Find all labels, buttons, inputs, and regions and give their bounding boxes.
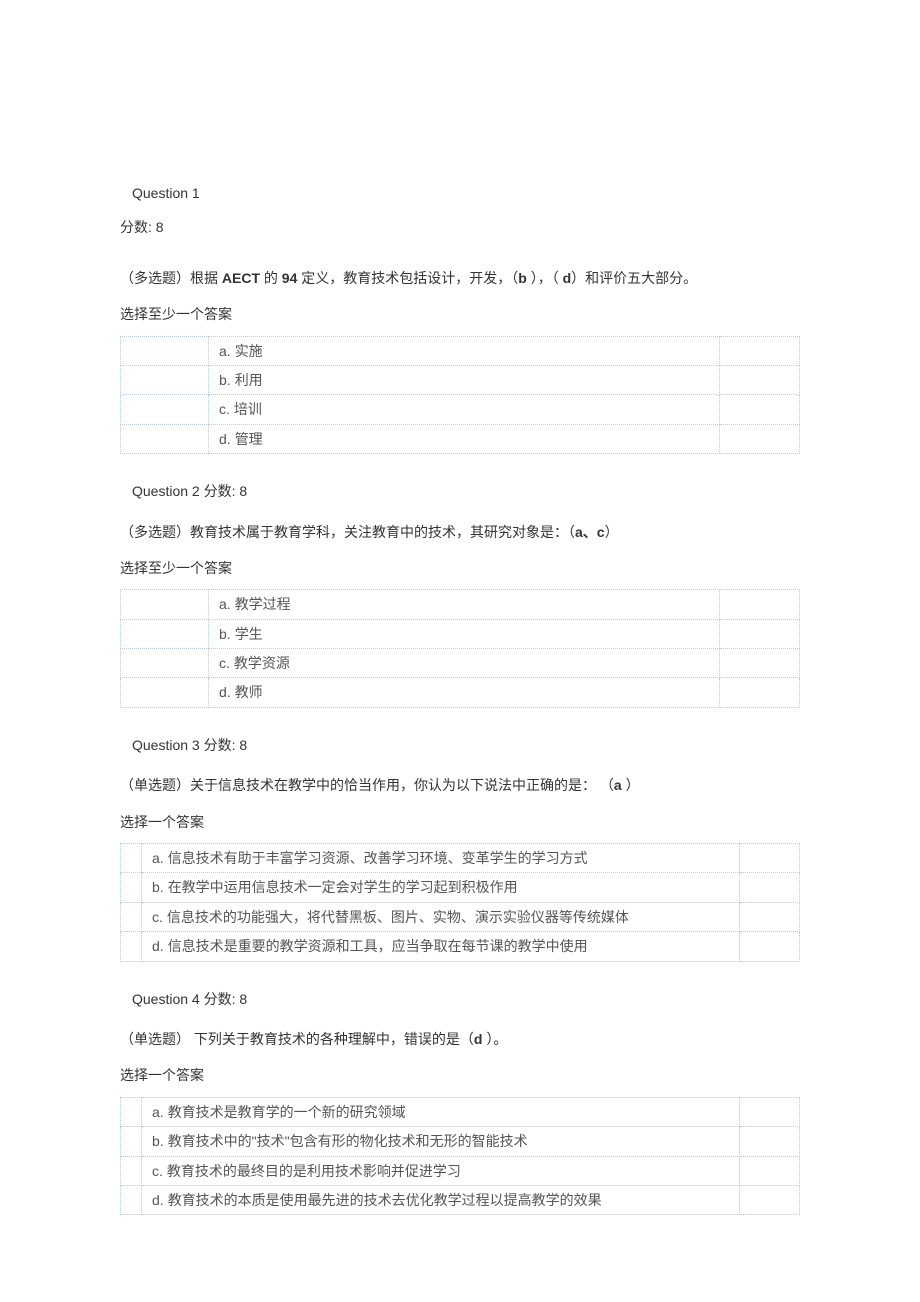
option-key: a. [219,596,231,612]
table-row: c.培训 [121,395,800,424]
q2-stem-post: ） [605,524,619,540]
table-row: c.教育技术的最终目的是利用技术影响并促进学习 [121,1156,800,1185]
option-text: 教学过程 [235,596,291,612]
option-text: 实施 [235,343,263,359]
q4-stem: （单选题） 下列关于教育技术的各种理解中，错误的是（d ）。 [120,1028,800,1050]
q2-instruction: 选择至少一个答案 [120,557,800,579]
option-text: 信息技术的功能强大，将代替黑板、图片、实物、演示实验仪器等传统媒体 [167,909,629,925]
q1-mid2: 定义，教育技术包括设计，开发，（ [297,270,518,286]
q2-options-table: a.教学过程 b.学生 c.教学资源 d.教师 [120,589,800,708]
option-key: d. [152,938,164,954]
option-key: a. [219,343,231,359]
option-key: b. [152,879,164,895]
option-text: 信息技术是重要的教学资源和工具，应当争取在每节课的教学中使用 [168,938,588,954]
option-text: 信息技术有助于丰富学习资源、改善学习环境、变革学生的学习方式 [168,850,588,866]
option-text: 教师 [235,684,263,700]
q1-instruction: 选择至少一个答案 [120,303,800,325]
option-key: c. [152,1163,163,1179]
option-text: 在教学中运用信息技术一定会对学生的学习起到积极作用 [168,879,518,895]
q2-stem-pre: （多选题）教育技术属于教育学科，关注教育中的技术，其研究对象是：（ [120,524,575,540]
q1-aect: AECT [222,270,260,286]
option-text: 教育技术中的"技术"包含有形的物化技术和无形的智能技术 [168,1133,528,1149]
option-key: a. [152,850,164,866]
option-key: b. [219,626,231,642]
q1-stem: （多选题）根据 AECT 的 94 定义，教育技术包括设计，开发，（b ），（ … [120,267,800,289]
option-key: c. [219,401,230,417]
option-key: a. [152,1104,164,1120]
table-row: d.信息技术是重要的教学资源和工具，应当争取在每节课的教学中使用 [121,932,800,961]
table-row: a.教育技术是教育学的一个新的研究领域 [121,1097,800,1126]
table-row: b.学生 [121,619,800,648]
q1-num: 94 [282,270,298,286]
option-key: b. [219,372,231,388]
q4-stem-pre: （单选题） 下列关于教育技术的各种理解中，错误的是（ [120,1031,474,1047]
option-text: 教育技术的最终目的是利用技术影响并促进学习 [167,1163,461,1179]
table-row: a.教学过程 [121,590,800,619]
table-row: a.实施 [121,336,800,365]
q1-score: 分数: 8 [120,216,800,238]
option-key: d. [219,431,231,447]
table-row: b.在教学中运用信息技术一定会对学生的学习起到积极作用 [121,873,800,902]
q1-ans-b: b [518,270,527,286]
table-row: a.信息技术有助于丰富学习资源、改善学习环境、变革学生的学习方式 [121,844,800,873]
option-key: b. [152,1133,164,1149]
q4-title: Question 4 分数: 8 [132,988,800,1010]
q3-stem: （单选题）关于信息技术在教学中的恰当作用，你认为以下说法中正确的是： （a ） [120,774,800,796]
q2-stem: （多选题）教育技术属于教育学科，关注教育中的技术，其研究对象是：（a、c） [120,521,800,543]
q1-title: Question 1 [132,182,800,204]
q3-instruction: 选择一个答案 [120,811,800,833]
option-key: c. [152,909,163,925]
option-key: d. [152,1192,164,1208]
option-text: 教育技术的本质是使用最先进的技术去优化教学过程以提高教学的效果 [168,1192,602,1208]
q1-ans-d: d [563,270,572,286]
option-text: 学生 [235,626,263,642]
q3-stem-pre: （单选题）关于信息技术在教学中的恰当作用，你认为以下说法中正确的是： （ [120,777,614,793]
q1-options-table: a.实施 b.利用 c.培训 d.管理 [120,336,800,455]
table-row: b.教育技术中的"技术"包含有形的物化技术和无形的智能技术 [121,1127,800,1156]
q3-options-table: a.信息技术有助于丰富学习资源、改善学习环境、变革学生的学习方式 b.在教学中运… [120,843,800,962]
q4-options-table: a.教育技术是教育学的一个新的研究领域 b.教育技术中的"技术"包含有形的物化技… [120,1097,800,1216]
table-row: b.利用 [121,365,800,394]
q2-ans: a、c [575,524,605,540]
table-row: d.管理 [121,424,800,453]
q1-mid1: 的 [260,270,282,286]
option-text: 教学资源 [234,655,290,671]
q3-ans: a [614,777,622,793]
option-key: c. [219,655,230,671]
q1-mid3: ），（ [527,270,563,286]
q3-stem-post: ） [622,777,640,793]
option-text: 教育技术是教育学的一个新的研究领域 [168,1104,406,1120]
option-text: 管理 [235,431,263,447]
table-row: c.教学资源 [121,649,800,678]
option-text: 培训 [234,401,262,417]
q1-stem-prefix: （多选题）根据 [120,270,222,286]
table-row: d.教育技术的本质是使用最先进的技术去优化教学过程以提高教学的效果 [121,1185,800,1214]
q3-title: Question 3 分数: 8 [132,734,800,756]
q1-mid4: ）和评价五大部分。 [571,270,697,286]
table-row: d.教师 [121,678,800,707]
option-key: d. [219,684,231,700]
table-row: c.信息技术的功能强大，将代替黑板、图片、实物、演示实验仪器等传统媒体 [121,902,800,931]
q4-instruction: 选择一个答案 [120,1064,800,1086]
q4-stem-post: ）。 [482,1031,507,1047]
option-text: 利用 [235,372,263,388]
q2-title: Question 2 分数: 8 [132,480,800,502]
